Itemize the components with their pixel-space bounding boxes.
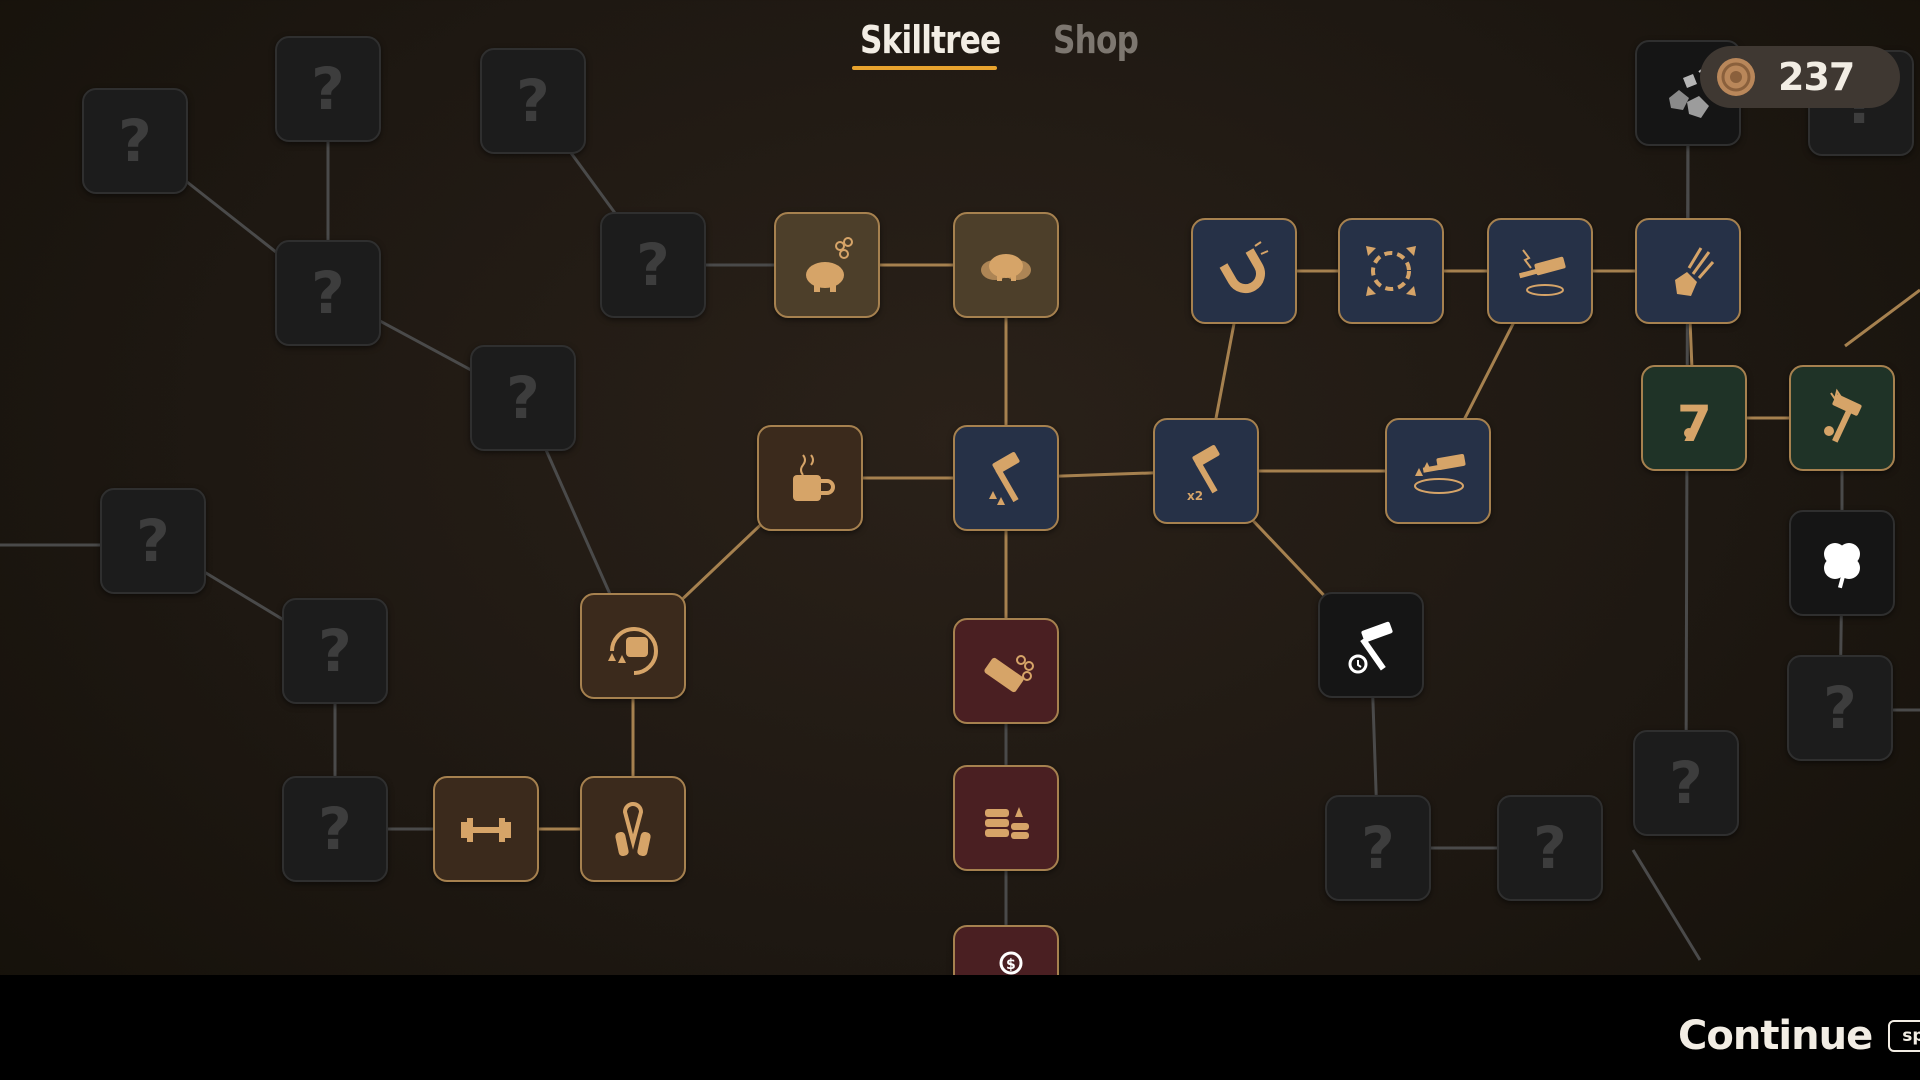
skill-node-coffee[interactable]	[757, 425, 863, 531]
locked-question-icon: ?	[1533, 814, 1567, 882]
tab-skilltree[interactable]: Skilltree	[860, 18, 1001, 70]
hammer-shockwave-icon	[1414, 453, 1466, 494]
skill-node-L7[interactable]: ?	[282, 776, 388, 882]
skilltree-canvas: ??????????????x2$7	[0, 0, 1920, 1080]
offscreen-link	[1844, 288, 1920, 348]
svg-text:x2: x2	[1187, 489, 1203, 503]
active-tab-underline	[852, 66, 997, 70]
area-target-icon	[1366, 246, 1416, 296]
hand-grip-icon	[615, 801, 651, 857]
skill-node-seven[interactable]: 7	[1641, 365, 1747, 471]
space-key-hint: space	[1888, 1020, 1920, 1052]
skill-node-L4[interactable]: ?	[470, 345, 576, 451]
skill-node-bricks[interactable]	[953, 618, 1059, 724]
locked-question-icon: ?	[1669, 749, 1703, 817]
piggy-banks-icon	[981, 254, 1031, 281]
skill-node-grip[interactable]	[580, 776, 686, 882]
locked-question-icon: ?	[516, 67, 550, 135]
svg-text:7: 7	[1677, 395, 1712, 453]
lucky-hammer-icon	[1824, 388, 1862, 443]
skill-node-L8[interactable]: ?	[480, 48, 586, 154]
skill-node-L14[interactable]: ?	[1633, 730, 1739, 836]
skill-node-meteor[interactable]	[1635, 218, 1741, 324]
dumbbell-icon	[461, 818, 511, 842]
skill-node-stacks[interactable]	[953, 765, 1059, 871]
locked-question-icon: ?	[318, 795, 352, 863]
skill-node-L9[interactable]: ?	[600, 212, 706, 318]
skill-node-L10[interactable]: ?	[1325, 795, 1431, 901]
lucky-seven-icon: 7	[1677, 395, 1712, 453]
locked-question-icon: ?	[136, 507, 170, 575]
skill-node-clover[interactable]	[1789, 510, 1895, 616]
locked-question-icon: ?	[311, 259, 345, 327]
tab-shop[interactable]: Shop	[1053, 18, 1139, 70]
skill-node-magnet[interactable]	[1191, 218, 1297, 324]
skill-node-L1[interactable]: ?	[82, 88, 188, 194]
timer-hammer-icon	[1348, 621, 1393, 674]
double-hammer-icon: x2	[1187, 445, 1220, 503]
coin-stacks-icon	[985, 807, 1029, 839]
gold-bars-icon	[984, 655, 1034, 693]
skill-node-fist[interactable]	[580, 593, 686, 699]
skill-node-target[interactable]	[1338, 218, 1444, 324]
magnet-icon	[1219, 241, 1269, 294]
skill-node-shockwave[interactable]	[1385, 418, 1491, 524]
skill-node-piggy2[interactable]	[953, 212, 1059, 318]
skill-node-L3[interactable]: ?	[275, 240, 381, 346]
skill-node-hammerx2[interactable]: x2	[1153, 418, 1259, 524]
continue-button[interactable]: Continue space	[1678, 1010, 1920, 1062]
locked-question-icon: ?	[1823, 674, 1857, 742]
skill-node-L2[interactable]: ?	[275, 36, 381, 142]
coin-amount: 237	[1778, 55, 1855, 99]
meteor-rock-icon	[1675, 247, 1715, 296]
piggy-bank-coins-icon	[806, 237, 853, 292]
coin-balance: 237	[1700, 46, 1900, 108]
locked-question-icon: ?	[311, 55, 345, 123]
skill-node-L5[interactable]: ?	[100, 488, 206, 594]
skill-node-hammerup[interactable]	[953, 425, 1059, 531]
locked-question-icon: ?	[118, 107, 152, 175]
locked-question-icon: ?	[636, 231, 670, 299]
locked-question-icon: ?	[506, 364, 540, 432]
skill-node-luckyhammer[interactable]	[1789, 365, 1895, 471]
clover-icon	[1824, 543, 1860, 589]
skill-links	[0, 89, 1920, 978]
skill-node-L11[interactable]: ?	[1497, 795, 1603, 901]
offscreen-link	[1631, 849, 1702, 961]
svg-text:$: $	[1006, 957, 1016, 973]
skill-node-L12[interactable]: ?	[1787, 655, 1893, 761]
lightning-hammer-icon	[1518, 249, 1566, 296]
hammer-upgrade-icon	[989, 452, 1020, 505]
coffee-cup-icon	[793, 454, 835, 501]
skill-node-dumbbell[interactable]	[433, 776, 539, 882]
skill-node-L6[interactable]: ?	[282, 598, 388, 704]
power-fist-icon	[608, 627, 658, 675]
continue-label: Continue	[1678, 1013, 1873, 1059]
bottom-bar	[0, 975, 1920, 1080]
locked-question-icon: ?	[1361, 814, 1395, 882]
locked-question-icon: ?	[318, 617, 352, 685]
skill-node-timerhammer[interactable]	[1318, 592, 1424, 698]
skill-node-piggy1[interactable]	[774, 212, 880, 318]
skill-node-lightning[interactable]	[1487, 218, 1593, 324]
coin-icon	[1717, 58, 1755, 96]
